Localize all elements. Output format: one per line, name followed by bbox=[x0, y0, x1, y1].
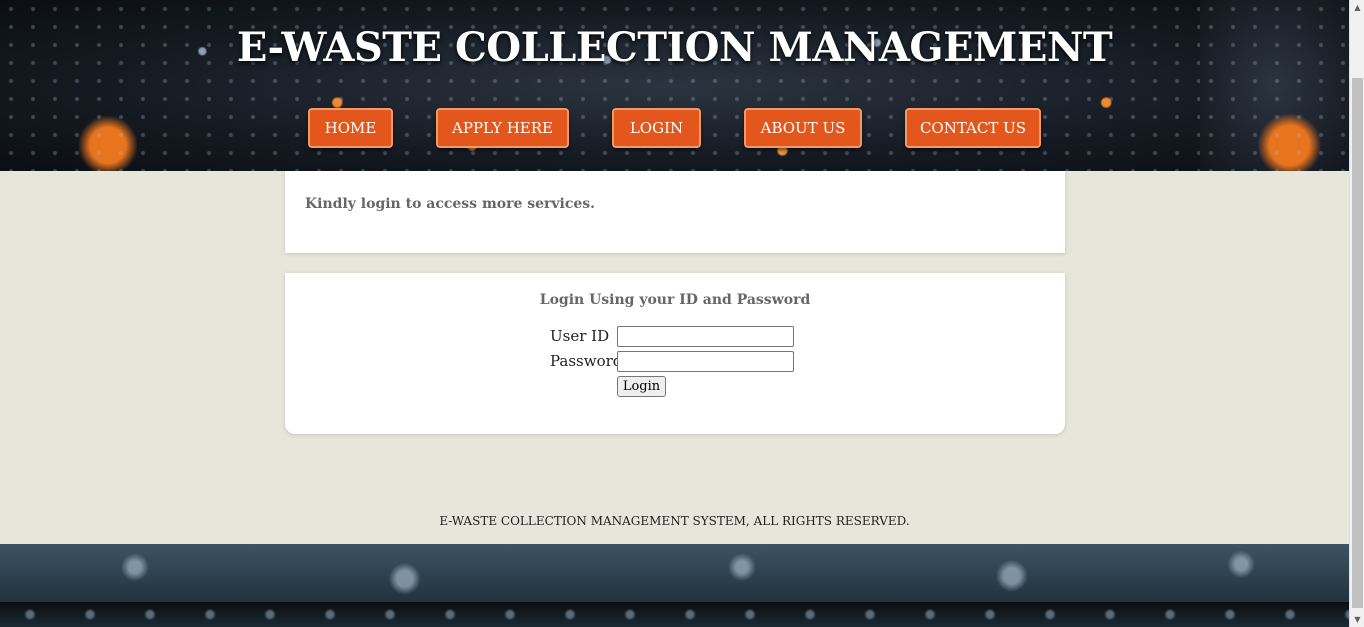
page: E-WASTE COLLECTION MANAGEMENT HOME APPLY… bbox=[0, 0, 1364, 627]
footer-banner-lower bbox=[0, 602, 1349, 627]
site-title: E-WASTE COLLECTION MANAGEMENT bbox=[236, 24, 1113, 71]
vertical-scrollbar[interactable]: ▲ ▼ bbox=[1349, 0, 1364, 627]
user-id-input[interactable] bbox=[617, 326, 794, 347]
scrollbar-thumb[interactable] bbox=[1352, 78, 1363, 608]
nav-contact-us-button[interactable]: CONTACT US bbox=[905, 108, 1041, 148]
password-input[interactable] bbox=[617, 351, 794, 372]
info-card: Kindly login to access more services. bbox=[285, 171, 1065, 253]
footer-copyright: E-WASTE COLLECTION MANAGEMENT SYSTEM, AL… bbox=[439, 514, 910, 528]
nav-about-us-button[interactable]: ABOUT US bbox=[744, 108, 862, 148]
nav-login-button[interactable]: LOGIN bbox=[612, 108, 701, 148]
footer-banner bbox=[0, 544, 1349, 602]
login-submit-button[interactable]: Login bbox=[617, 376, 666, 397]
nav-apply-here-button[interactable]: APPLY HERE bbox=[436, 108, 569, 148]
scroll-up-icon[interactable]: ▲ bbox=[1350, 0, 1364, 15]
login-card: Login Using your ID and Password User ID… bbox=[285, 273, 1065, 434]
info-message: Kindly login to access more services. bbox=[305, 196, 596, 212]
nav-home-button[interactable]: HOME bbox=[308, 108, 393, 148]
scroll-down-icon[interactable]: ▼ bbox=[1350, 612, 1364, 627]
main-nav: HOME APPLY HERE LOGIN ABOUT US CONTACT U… bbox=[0, 108, 1349, 148]
password-label: Password bbox=[550, 352, 623, 370]
login-heading: Login Using your ID and Password bbox=[539, 292, 811, 308]
user-id-label: User ID bbox=[550, 327, 610, 345]
